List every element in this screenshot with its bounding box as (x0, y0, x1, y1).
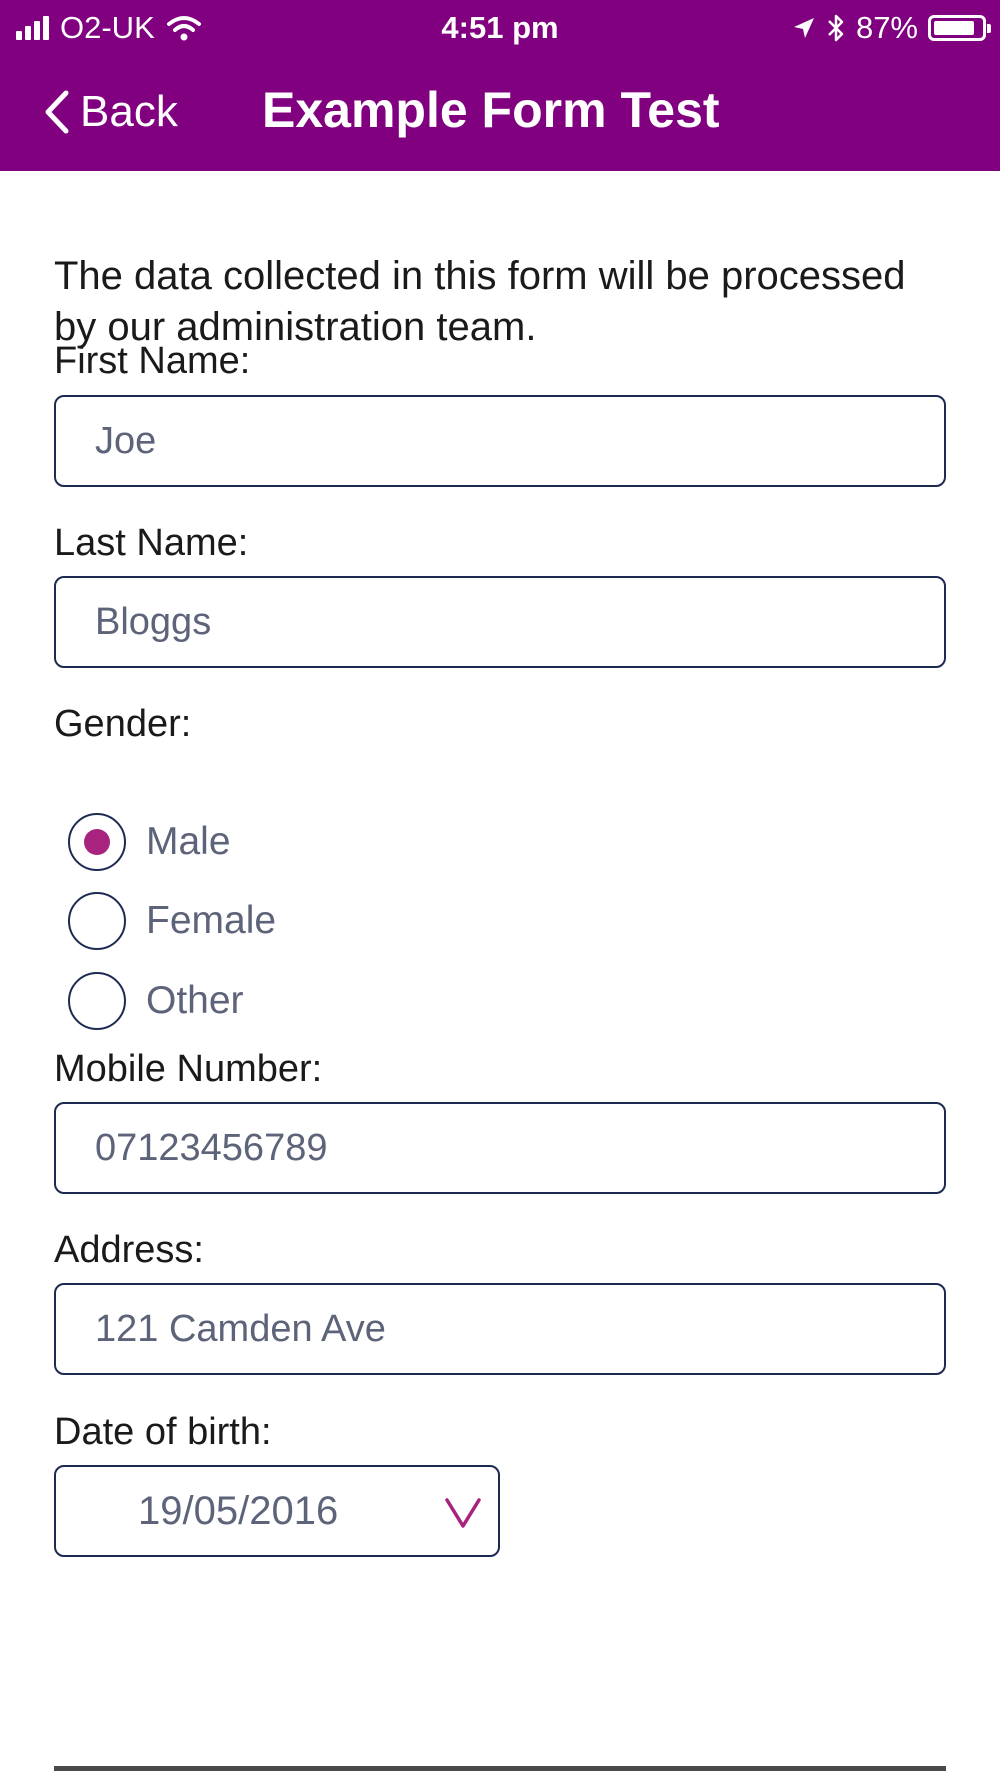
intro-text: The data collected in this form will be … (54, 254, 906, 349)
radio-button[interactable] (68, 972, 126, 1030)
dob-label: Date of birth: (54, 1411, 272, 1453)
location-icon (793, 18, 814, 38)
dob-picker[interactable]: 19/05/2016 (54, 1465, 500, 1557)
gender-option-female[interactable]: Female (68, 890, 276, 952)
radio-label: Other (146, 979, 244, 1022)
app-header: O2-UK 4:51 pm 87% Back Example Form Test (0, 0, 1000, 171)
bottom-divider (54, 1766, 946, 1771)
battery-level (934, 21, 975, 35)
radio-label: Female (146, 899, 277, 942)
gender-label: Gender: (54, 703, 192, 745)
status-right: 87% (792, 8, 991, 48)
radio-selected-dot (84, 829, 110, 855)
gender-option-other[interactable]: Other (68, 970, 244, 1032)
status-bar: O2-UK 4:51 pm 87% (0, 0, 1000, 56)
first-name-field[interactable]: Joe (54, 395, 946, 487)
address-field[interactable]: 121 Camden Ave (54, 1283, 946, 1375)
last-name-field[interactable]: Bloggs (54, 576, 946, 668)
dob-value: 19/05/2016 (138, 1489, 339, 1533)
chevron-left-icon (45, 90, 69, 134)
battery-icon (928, 15, 991, 41)
chevron-down-icon (445, 1498, 481, 1528)
battery-percent: 87% (855, 10, 918, 45)
page-title: Example Form Test (262, 82, 720, 138)
mobile-field[interactable]: 07123456789 (54, 1102, 946, 1194)
bluetooth-icon (828, 14, 844, 42)
back-button[interactable]: Back (44, 80, 178, 144)
radio-label: Male (146, 820, 231, 863)
radio-button[interactable] (68, 813, 126, 871)
address-label: Address: (54, 1229, 204, 1271)
last-name-label: Last Name: (54, 522, 249, 564)
radio-button[interactable] (68, 892, 126, 950)
gender-option-male[interactable]: Male (68, 811, 231, 873)
first-name-label: First Name: (54, 340, 251, 382)
back-label: Back (80, 87, 178, 136)
mobile-label: Mobile Number: (54, 1048, 323, 1090)
